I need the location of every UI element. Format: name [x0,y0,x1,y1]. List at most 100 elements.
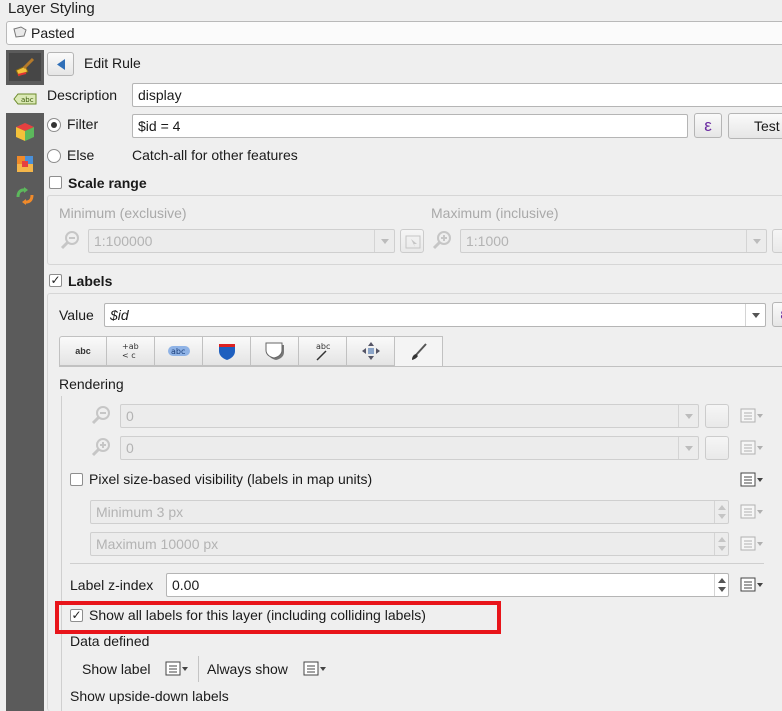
tab-text[interactable]: abc [59,336,107,366]
epsilon-icon: ε [704,115,712,135]
scale-min-value: 1:100000 [94,233,153,249]
map-cursor-icon [405,235,421,249]
labels-label: Labels [68,273,113,289]
data-defined-label: Data defined [70,633,150,649]
zindex-label: Label z-index [70,577,154,593]
style-sidebar: abc [6,50,44,711]
data-defined-icon [740,408,763,423]
spinner-arrows-icon [714,501,728,523]
data-defined-icon [740,504,763,519]
rendering-scale-max-map-button[interactable] [705,436,729,460]
move-arrows-icon [361,342,380,360]
svg-text:< c: < c [122,351,136,360]
tab-formatting[interactable]: +ab < c [107,336,155,366]
value-expression-button[interactable]: ε [772,302,782,327]
rendering-scroll-edge [61,396,62,711]
data-defined-icon [165,661,188,676]
zoom-out-icon [91,406,110,425]
rendering-scale-max-combo[interactable]: 0 [120,436,699,460]
rendering-scale-max-value: 0 [126,440,134,456]
zindex-spinbox[interactable]: 0.00 [166,573,729,597]
data-defined-button[interactable] [738,439,764,460]
test-button[interactable]: Test [728,113,782,139]
chevron-down-icon [678,437,698,459]
else-label: Else [67,147,95,163]
label-value-text: $id [110,307,129,323]
pixel-max-spinbox[interactable]: Maximum 10000 px [90,532,729,556]
value-label: Value [59,307,94,323]
pixel-visibility-checkbox[interactable] [70,473,83,486]
tab-separator [59,366,782,367]
symbology-tab[interactable] [9,53,41,81]
masks-icon [17,156,33,172]
scale-range-checkbox[interactable] [49,176,62,189]
tab-callouts[interactable]: abc [299,336,347,366]
paintbrush-icon [15,57,35,77]
edit-rule-title: Edit Rule [84,55,141,71]
upside-down-label: Show upside-down labels [70,688,229,704]
data-defined-icon [740,577,763,592]
show-label-label: Show label [82,661,151,677]
svg-text:abc: abc [21,96,34,104]
tab-rendering[interactable] [395,336,443,367]
data-defined-button[interactable] [738,576,764,597]
svg-text:abc: abc [171,347,185,356]
layer-selector[interactable]: Pasted [6,21,782,45]
pixel-visibility-label: Pixel size-based visibility (labels in m… [89,471,373,487]
scale-max-from-map-button[interactable] [772,229,782,253]
rendering-section-label: Rendering [59,376,124,392]
polygon-layer-icon [13,26,27,38]
tab-shadow[interactable] [251,336,299,366]
show-label-data-defined-button[interactable] [163,660,189,681]
labels-checkbox[interactable]: ✓ [49,274,62,287]
data-defined-icon [740,440,763,455]
scale-min-label: Minimum (exclusive) [59,205,187,221]
else-radio[interactable] [47,149,61,163]
else-description: Catch-all for other features [132,147,298,163]
zoom-in-icon [432,231,451,250]
formatting-icon: +ab < c [122,342,139,360]
zindex-value: 0.00 [172,577,200,593]
3d-cube-icon [16,123,34,141]
description-field[interactable]: display [132,83,782,107]
text-tab-icon: abc [75,346,91,356]
data-defined-icon [740,536,763,551]
scale-min-from-map-button[interactable] [400,229,424,253]
data-defined-icon [303,661,326,676]
layer-name: Pasted [31,25,75,41]
highlight-annotation [55,601,501,634]
back-button[interactable] [47,52,74,76]
brush-icon [411,342,427,360]
divider [70,563,764,564]
data-defined-button[interactable] [738,503,764,524]
pixel-max-value: Maximum 10000 px [96,536,219,552]
labels-tab[interactable]: abc [6,85,44,113]
scale-min-combo[interactable]: 1:100000 [88,229,395,253]
history-tab[interactable] [9,182,41,210]
data-defined-button[interactable] [738,535,764,556]
separator [198,656,199,682]
back-arrow-icon [57,59,65,70]
label-value-combo[interactable]: $id [104,303,766,327]
rendering-scale-min-map-button[interactable] [705,404,729,428]
filter-expression-button[interactable]: ε [694,113,722,138]
filter-radio[interactable] [47,118,61,132]
masks-tab[interactable] [9,150,41,178]
description-label: Description [47,87,118,103]
filter-value: $id = 4 [138,118,181,134]
filter-expression-field[interactable]: $id = 4 [132,114,688,138]
tab-placement[interactable] [347,336,395,366]
always-show-data-defined-button[interactable] [301,660,327,681]
pixel-min-spinbox[interactable]: Minimum 3 px [90,500,729,524]
shadow-icon [265,342,284,360]
3d-view-tab[interactable] [9,118,41,146]
buffer-icon: abc [167,346,190,356]
data-defined-icon [740,472,763,487]
data-defined-button[interactable] [738,407,764,428]
tab-background[interactable] [203,336,251,366]
scale-max-combo[interactable]: 1:1000 [460,229,767,253]
data-defined-button[interactable] [738,471,764,492]
history-icon [16,187,34,205]
rendering-scale-min-combo[interactable]: 0 [120,404,699,428]
tab-buffer[interactable]: abc [155,336,203,366]
